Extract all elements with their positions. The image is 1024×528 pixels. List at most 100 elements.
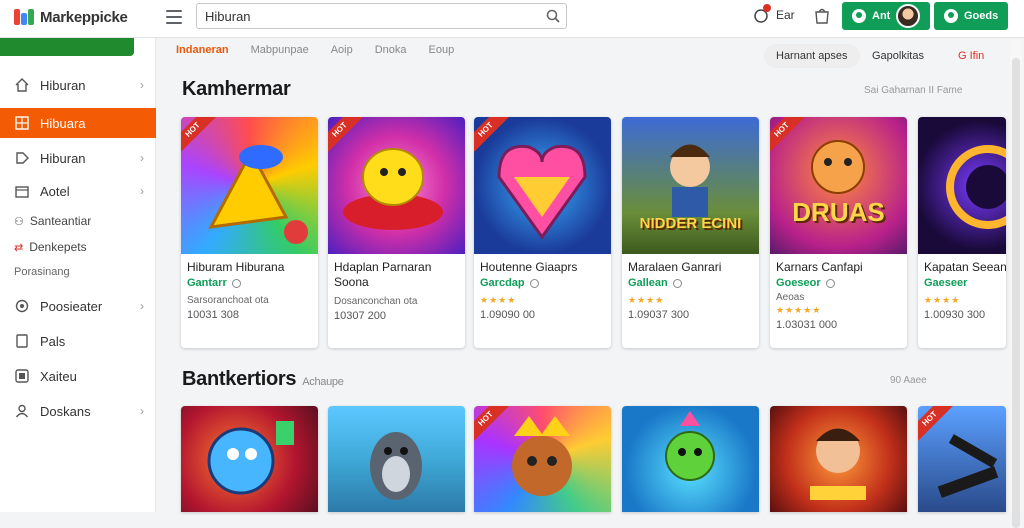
section-title-2: Bantkertiors Achaupe [182, 368, 344, 391]
game-thumbnail: HOT [474, 406, 611, 512]
logo[interactable]: Markeppicke [14, 6, 128, 28]
game-thumbnail: NIDDER ECINI [622, 117, 759, 254]
page-scrollbar[interactable] [1010, 40, 1022, 528]
game-title: Kapatan Seean [924, 260, 1006, 274]
scrollbar-thumb[interactable] [1012, 58, 1020, 528]
goods-button[interactable]: Goeds [934, 2, 1009, 30]
game-thumbnail: HOT [474, 117, 611, 254]
rating-stars: ★★★★ [924, 295, 961, 305]
filter-pill-harnant[interactable]: Harnant apses [764, 44, 860, 68]
tab-aoip[interactable]: Aoip [331, 44, 353, 64]
sidebar-sub-porasinang[interactable]: Porasinang [14, 266, 70, 278]
chevron-right-icon: › [140, 78, 144, 92]
game-title: Hiburam Hiburana [187, 260, 285, 274]
game-desc: Aeoas [776, 292, 805, 303]
game-card[interactable] [770, 406, 907, 512]
tablet-icon [14, 333, 30, 349]
goods-button-label: Goeds [964, 10, 999, 22]
sidebar-item-hibuara[interactable]: Hibuara [0, 108, 156, 138]
game-desc: Sarsoranchoat ota [187, 295, 269, 306]
game-price: 1.03031 000 [776, 319, 838, 331]
game-card[interactable]: HOT Hdaplan Parnaran Soona Dosanconchan … [328, 117, 465, 348]
sidebar-item-doskans[interactable]: Doskans › [0, 396, 156, 426]
game-card[interactable]: HOT DRUAS Karnars Canfapi Goeseor Aeoas … [770, 117, 907, 348]
verified-icon [231, 278, 241, 288]
section-title-text: Bantkertiors [182, 368, 297, 390]
game-card[interactable] [622, 406, 759, 512]
game-thumbnail [328, 406, 465, 512]
sidebar-item-label: Poosieater [40, 298, 103, 314]
game-card[interactable]: HOT [918, 406, 1006, 512]
sidebar: Hiburan › Hibuara Hiburan › Aotel › ⚇ Sa… [0, 38, 156, 512]
sidebar-item-hiburan-2[interactable]: Hiburan › [0, 143, 156, 173]
logo-text: Markeppicke [40, 8, 128, 26]
cart-link[interactable]: Ear [752, 4, 795, 24]
game-thumbnail [181, 406, 318, 512]
sidebar-sub-santeantiar[interactable]: ⚇ Santeantiar [14, 214, 91, 228]
people-icon: ⚇ [14, 215, 24, 228]
tab-mabpunpae[interactable]: Mabpunpae [251, 44, 309, 64]
sidebar-item-aotel[interactable]: Aotel › [0, 176, 156, 206]
filter-pill-gapolkitas[interactable]: Gapolkitas [860, 44, 936, 68]
section-see-all-link-2[interactable]: 90 Aaee [890, 375, 927, 386]
search-input[interactable] [197, 4, 540, 28]
game-logo-text: NIDDER ECINI [639, 215, 742, 232]
game-studio: Gallean [628, 277, 753, 289]
game-thumbnail: HOT DRUAS [770, 117, 907, 254]
chat-icon [944, 9, 958, 23]
search-icon[interactable] [540, 4, 566, 28]
home-icon [14, 77, 30, 93]
sidebar-item-label: Xaiteu [40, 368, 77, 384]
section-see-all-link[interactable]: Sai Gaharnan II Fame [864, 85, 962, 96]
game-card[interactable]: NIDDER ECINI Maralaen Ganrari Gallean ★★… [622, 117, 759, 348]
bag-icon[interactable] [814, 7, 830, 25]
game-card[interactable] [328, 406, 465, 512]
sidebar-item-poosieater[interactable]: Poosieater › [0, 291, 156, 321]
rating-stars: ★★★★★ [776, 305, 822, 315]
sidebar-sub-denkepets[interactable]: ⇄ Denkepets [14, 240, 87, 254]
sidebar-sub-label: Porasinang [14, 266, 70, 278]
tab-indaneran[interactable]: Indaneran [176, 44, 229, 64]
game-card[interactable] [181, 406, 318, 512]
game-price: 1.09090 00 [480, 309, 536, 321]
verified-icon [825, 278, 835, 288]
rating-stars: ★★★★ [480, 295, 517, 305]
game-card[interactable]: HOT Houtenne Giaaprs Garcdap ★★★★ 1.0909… [474, 117, 611, 348]
game-studio: Goeseor [776, 277, 901, 289]
tab-eoup[interactable]: Eoup [429, 44, 455, 64]
sidebar-accent-bar [0, 38, 134, 56]
account-button[interactable]: Ant [842, 2, 931, 30]
chevron-right-icon: › [140, 151, 144, 165]
tab-dnoka[interactable]: Dnoka [375, 44, 407, 64]
account-button-label: Ant [872, 10, 891, 22]
game-title: Hdaplan Parnaran Soona [334, 260, 432, 289]
verified-icon [672, 278, 682, 288]
sidebar-item-pals[interactable]: Pals [0, 326, 156, 356]
game-price: 10307 200 [334, 310, 386, 322]
game-price: 1.09037 300 [628, 309, 690, 321]
game-thumbnail [918, 117, 1006, 254]
notification-icon [752, 4, 771, 24]
game-card[interactable]: HOT Hiburam Hiburana Gantarr Sarsorancho… [181, 117, 318, 348]
game-thumbnail: HOT [328, 117, 465, 254]
game-title: Karnars Canfapi [776, 260, 863, 274]
rating-stars: ★★★★ [628, 295, 665, 305]
game-card[interactable]: HOT [474, 406, 611, 512]
chevron-right-icon: › [140, 184, 144, 198]
game-price: 1.00930 300 [924, 309, 986, 321]
sidebar-item-xaiteu[interactable]: Xaiteu [0, 361, 156, 391]
sidebar-sub-label: Denkepets [29, 240, 87, 254]
game-title: Houtenne Giaaprs [480, 260, 578, 274]
sidebar-item-hiburan[interactable]: Hiburan › [0, 70, 156, 100]
sidebar-item-label: Hiburan [40, 150, 86, 166]
sidebar-item-label: Pals [40, 333, 66, 349]
filter-pill-gifin[interactable]: G Ifin [946, 44, 996, 68]
game-title: Maralaen Ganrari [628, 260, 722, 274]
cart-label: Ear [776, 8, 795, 22]
search-bar [196, 3, 567, 29]
chevron-right-icon: › [140, 299, 144, 313]
settings-icon [14, 298, 30, 314]
game-logo-text: DRUAS [792, 197, 885, 227]
game-card[interactable]: Kapatan Seean Gaeseer ★★★★ 1.00930 300 [918, 117, 1006, 348]
hamburger-menu-icon[interactable] [166, 10, 182, 24]
